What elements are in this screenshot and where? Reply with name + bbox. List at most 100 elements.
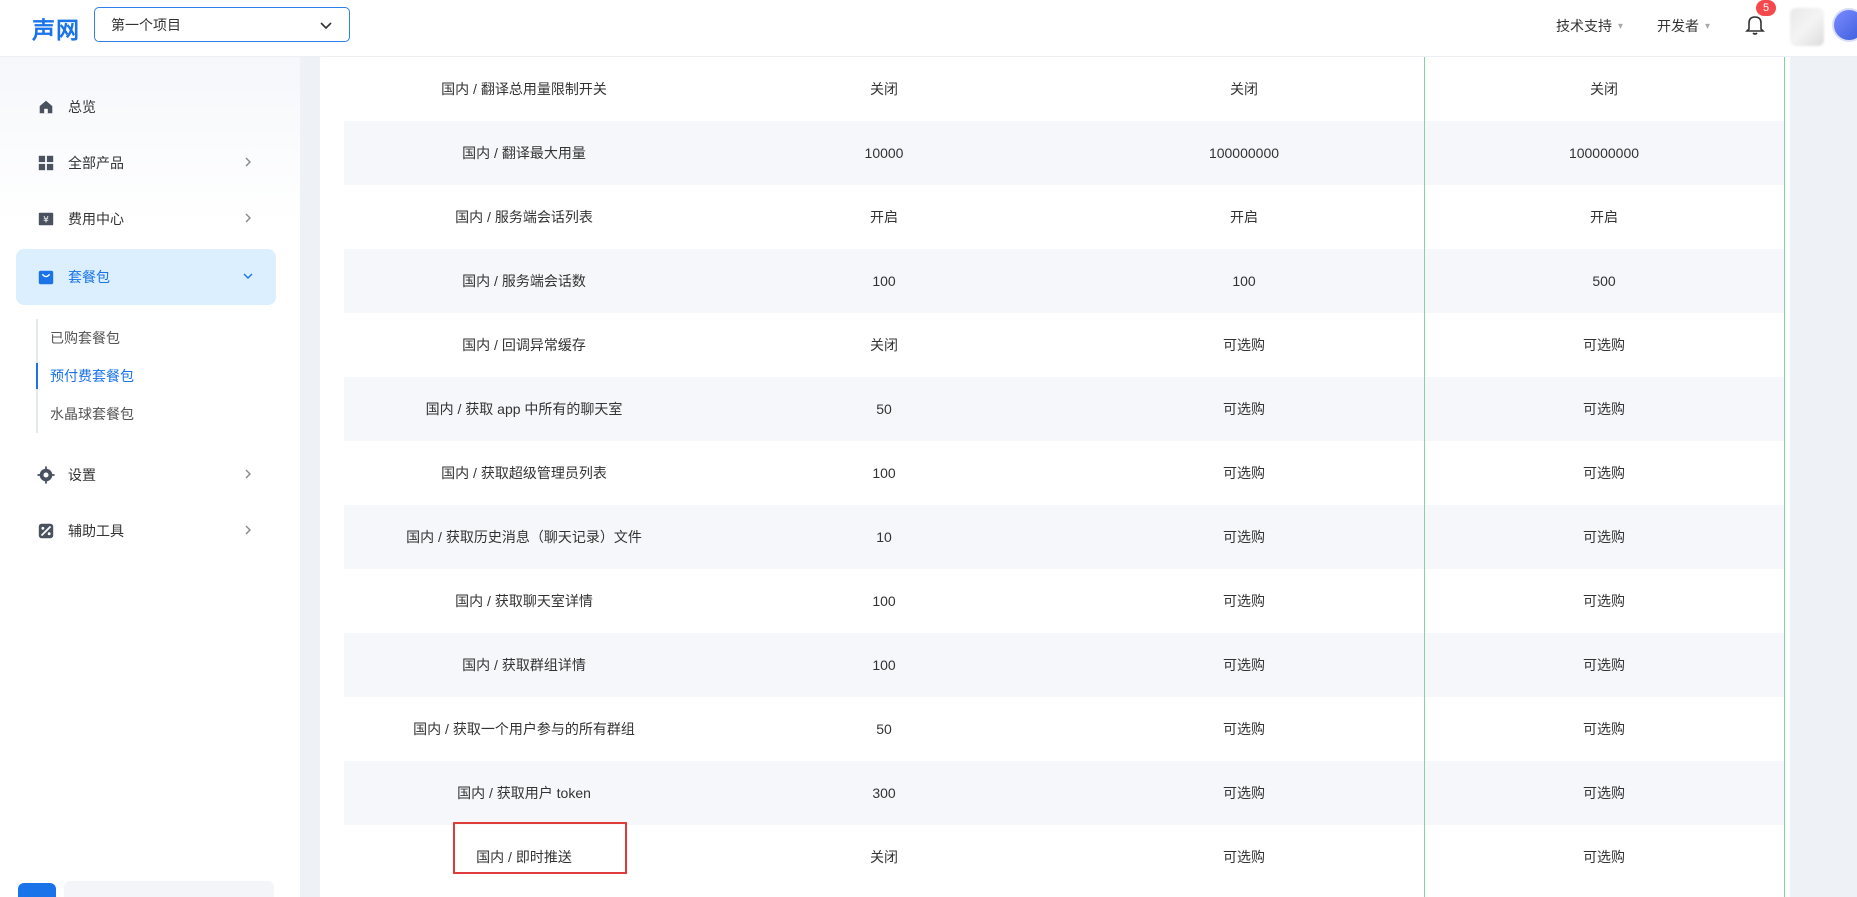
plan-value: 可选购 — [1223, 593, 1265, 609]
tool-icon — [36, 521, 56, 541]
sidebar-item-settings[interactable]: 设置 — [16, 451, 276, 499]
sidebar-footer — [64, 881, 274, 897]
sidebar-item-label: 辅助工具 — [68, 523, 124, 539]
sidebar-item-label: 全部产品 — [68, 155, 124, 171]
bill-icon: ¥ — [36, 209, 56, 229]
plan-value: 关闭 — [1590, 81, 1618, 97]
chevron-right-icon — [245, 469, 251, 479]
tech-support-menu[interactable]: 技术支持 ▾ — [1556, 16, 1623, 36]
plan-value: 可选购 — [1223, 721, 1265, 737]
chevron-right-icon — [245, 157, 251, 167]
svg-text:¥: ¥ — [43, 216, 49, 226]
sidebar-item-label: 套餐包 — [68, 269, 110, 285]
sidebar-item-overview[interactable]: 总览 — [16, 83, 276, 131]
sidebar-item-billing[interactable]: ¥ 费用中心 — [16, 195, 276, 243]
sidebar-subitem-prepaid[interactable]: 预付费套餐包 — [36, 357, 276, 395]
notification-badge: 5 — [1756, 0, 1776, 16]
feature-name: 国内 / 翻译最大用量 — [462, 145, 586, 161]
help-button[interactable] — [18, 883, 56, 897]
plan-value: 可选购 — [1223, 529, 1265, 545]
logo[interactable]: 声网 — [32, 11, 80, 45]
project-name: 第一个项目 — [111, 16, 181, 33]
plan-value: 可选购 — [1223, 849, 1265, 865]
sidebar-item-tools[interactable]: 辅助工具 — [16, 507, 276, 555]
plan-value: 可选购 — [1583, 849, 1625, 865]
plan-value: 可选购 — [1583, 657, 1625, 673]
table-row: 国内 / 获取聊天室详情 100 可选购 可选购 — [344, 569, 1784, 633]
sidebar-item-label: 设置 — [68, 467, 96, 483]
table-row: 国内 / 获取用户 token 300 可选购 可选购 — [344, 761, 1784, 825]
plan-value: 100000000 — [1208, 145, 1280, 161]
plan-value: 可选购 — [1583, 785, 1625, 801]
plan-value: 500 — [1592, 273, 1616, 289]
sidebar-subitem-crystal-ball[interactable]: 水晶球套餐包 — [38, 395, 276, 433]
plan-value: 50 — [876, 401, 892, 417]
plan-value: 可选购 — [1583, 337, 1625, 353]
avatar[interactable] — [1832, 8, 1857, 42]
feature-name: 国内 / 翻译总用量限制开关 — [441, 81, 607, 97]
plan-value: 可选购 — [1223, 785, 1265, 801]
table-row: 国内 / 获取 app 中所有的聊天室 50 可选购 可选购 — [344, 377, 1784, 441]
plan-value: 100 — [872, 273, 896, 289]
plan-value: 关闭 — [870, 337, 898, 353]
main-content: 国内 / 翻译总用量限制开关 关闭 关闭 关闭 国内 / 翻译最大用量 1000… — [320, 57, 1790, 897]
packages-submenu: 已购套餐包 预付费套餐包 水晶球套餐包 — [36, 319, 276, 433]
plan-value: 开启 — [1230, 209, 1258, 225]
user-name-blurred — [1790, 8, 1824, 46]
table-row: 国内 / 获取超级管理员列表 100 可选购 可选购 — [344, 441, 1784, 505]
plan-value: 可选购 — [1583, 465, 1625, 481]
plan-value: 可选购 — [1583, 593, 1625, 609]
package-comparison-table: 国内 / 翻译总用量限制开关 关闭 关闭 关闭 国内 / 翻译最大用量 1000… — [344, 57, 1784, 889]
sidebar-item-label: 总览 — [68, 99, 96, 115]
plan-value: 可选购 — [1583, 721, 1625, 737]
plan-value: 100 — [872, 657, 896, 673]
shopping-bag-icon — [36, 267, 56, 287]
annotation-highlight-box — [453, 822, 627, 874]
sidebar: 总览 全部产品 ¥ 费用中心 套餐包 已购套餐包 预付费套餐包 水晶球套餐包 设… — [0, 57, 300, 897]
sidebar-subitem-purchased[interactable]: 已购套餐包 — [38, 319, 276, 357]
plan-value: 开启 — [1590, 209, 1618, 225]
plan-value: 可选购 — [1583, 401, 1625, 417]
plan-value: 关闭 — [870, 849, 898, 865]
table-row: 国内 / 翻译最大用量 10000 100000000 100000000 — [344, 121, 1784, 185]
sidebar-item-label: 费用中心 — [68, 211, 124, 227]
table-row: 国内 / 获取群组详情 100 可选购 可选购 — [344, 633, 1784, 697]
feature-name: 国内 / 获取聊天室详情 — [455, 593, 593, 609]
plan-value: 可选购 — [1223, 401, 1265, 417]
plan-value: 关闭 — [1230, 81, 1258, 97]
project-selector[interactable]: 第一个项目 — [94, 7, 350, 42]
feature-name: 国内 / 服务端会话列表 — [455, 209, 593, 225]
plan-value: 100 — [872, 593, 896, 609]
highlighted-column-left-border — [1424, 57, 1425, 897]
table-row: 国内 / 翻译总用量限制开关 关闭 关闭 关闭 — [344, 57, 1784, 121]
feature-name: 国内 / 获取用户 token — [457, 785, 591, 801]
plan-value: 可选购 — [1223, 337, 1265, 353]
plan-value: 关闭 — [870, 81, 898, 97]
plan-value: 100 — [1232, 273, 1256, 289]
developer-menu[interactable]: 开发者 ▾ — [1657, 16, 1710, 36]
highlighted-column-right-border — [1784, 57, 1785, 897]
table-row: 国内 / 服务端会话列表 开启 开启 开启 — [344, 185, 1784, 249]
table-row: 国内 / 服务端会话数 100 100 500 — [344, 249, 1784, 313]
plan-value: 开启 — [870, 209, 898, 225]
chevron-right-icon — [245, 213, 251, 223]
feature-name: 国内 / 获取 app 中所有的聊天室 — [425, 401, 623, 417]
plan-value: 50 — [876, 721, 892, 737]
grid-icon — [36, 153, 56, 173]
plan-value: 可选购 — [1223, 657, 1265, 673]
caret-down-icon: ▾ — [1618, 20, 1624, 32]
chevron-right-icon — [245, 525, 251, 535]
feature-name: 国内 / 获取一个用户参与的所有群组 — [413, 721, 635, 737]
feature-name: 国内 / 获取历史消息（聊天记录）文件 — [406, 529, 642, 545]
table-row: 国内 / 获取一个用户参与的所有群组 50 可选购 可选购 — [344, 697, 1784, 761]
sidebar-item-products[interactable]: 全部产品 — [16, 139, 276, 187]
feature-name: 国内 / 回调异常缓存 — [462, 337, 586, 353]
tech-support-label: 技术支持 — [1556, 18, 1612, 34]
plan-value: 可选购 — [1583, 529, 1625, 545]
table-row: 国内 / 获取历史消息（聊天记录）文件 10 可选购 可选购 — [344, 505, 1784, 569]
caret-down-icon: ▾ — [1705, 20, 1711, 32]
plan-value: 10 — [876, 529, 892, 545]
developer-label: 开发者 — [1657, 18, 1699, 34]
sidebar-item-packages[interactable]: 套餐包 — [16, 249, 276, 305]
chevron-down-icon — [320, 21, 332, 29]
